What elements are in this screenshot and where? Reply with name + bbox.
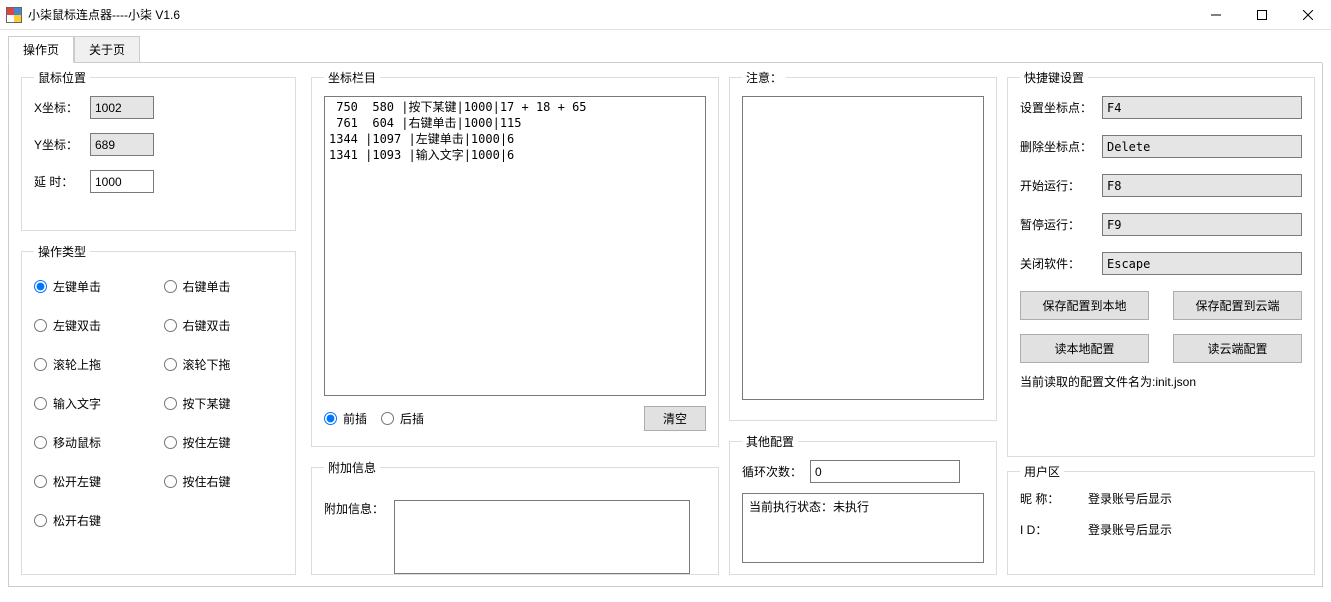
- hotkey-set-input[interactable]: [1102, 96, 1302, 119]
- status-box: 当前执行状态：未执行: [742, 493, 984, 563]
- optype-radio-10[interactable]: 松开左键: [34, 473, 154, 490]
- group-operation-type-legend: 操作类型: [34, 243, 90, 260]
- optype-radio-1[interactable]: 右键单击: [164, 278, 284, 295]
- insert-back-label: 后插: [400, 410, 424, 427]
- hotkey-pause-label: 暂停运行：: [1020, 216, 1102, 233]
- insert-front-radio[interactable]: 前插: [324, 410, 367, 427]
- group-extra-info: 附加信息 附加信息：: [311, 459, 719, 575]
- y-input: [90, 133, 154, 156]
- optype-radio-7[interactable]: 按下某键: [164, 395, 284, 412]
- insert-front-label: 前插: [343, 410, 367, 427]
- read-cloud-button[interactable]: 读云端配置: [1173, 334, 1302, 363]
- hotkey-set-label: 设置坐标点：: [1020, 99, 1102, 116]
- optype-radio-label: 按下某键: [183, 395, 231, 412]
- hotkey-close-label: 关闭软件：: [1020, 255, 1102, 272]
- optype-radio-label: 右键双击: [183, 317, 231, 334]
- titlebar: 小柒鼠标连点器----小柒 V1.6: [0, 0, 1331, 30]
- group-coordinate-list: 坐标栏目 750 580 |按下某键|1000|17 + 18 + 65 761…: [311, 69, 719, 447]
- user-nick-label: 昵 称：: [1020, 490, 1088, 507]
- user-nick-value: 登录账号后显示: [1088, 490, 1172, 507]
- optype-radio-label: 滚轮下拖: [183, 356, 231, 373]
- group-note-legend: 注意：: [742, 69, 786, 86]
- read-local-button[interactable]: 读本地配置: [1020, 334, 1149, 363]
- x-label: X坐标：: [34, 99, 90, 116]
- hotkey-close-input[interactable]: [1102, 252, 1302, 275]
- optype-radio-6[interactable]: 输入文字: [34, 395, 154, 412]
- optype-radio-label: 松开右键: [53, 512, 101, 529]
- group-operation-type: 操作类型 左键单击 右键单击左键双击 右键双击滚轮上拖 滚轮下拖输入文字 按下某键移动鼠…: [21, 243, 296, 575]
- optype-radio-5[interactable]: 滚轮下拖: [164, 356, 284, 373]
- group-coordinate-list-legend: 坐标栏目: [324, 69, 380, 86]
- hotkey-del-input[interactable]: [1102, 135, 1302, 158]
- extra-label: 附加信息：: [324, 500, 384, 517]
- group-mouse-position: 鼠标位置 X坐标： Y坐标： 延 时：: [21, 69, 296, 231]
- close-button[interactable]: [1285, 0, 1331, 30]
- tab-main[interactable]: 操作页: [8, 36, 74, 63]
- group-extra-info-legend: 附加信息: [324, 459, 380, 476]
- optype-radio-12[interactable]: 松开右键: [34, 512, 154, 529]
- hotkey-start-label: 开始运行：: [1020, 177, 1102, 194]
- optype-radio-9[interactable]: 按住左键: [164, 434, 284, 451]
- x-input: [90, 96, 154, 119]
- optype-radio-2[interactable]: 左键双击: [34, 317, 154, 334]
- save-local-button[interactable]: 保存配置到本地: [1020, 291, 1149, 320]
- insert-back-radio[interactable]: 后插: [381, 410, 424, 427]
- user-id-value: 登录账号后显示: [1088, 521, 1172, 538]
- note-box[interactable]: [742, 96, 984, 400]
- group-user-area: 用户区 昵 称： 登录账号后显示 I D： 登录账号后显示: [1007, 463, 1315, 575]
- optype-radio-label: 左键双击: [53, 317, 101, 334]
- group-mouse-position-legend: 鼠标位置: [34, 69, 90, 86]
- optype-radio-label: 移动鼠标: [53, 434, 101, 451]
- optype-radio-0[interactable]: 左键单击: [34, 278, 154, 295]
- config-file-label: 当前读取的配置文件名为:init.json: [1020, 373, 1302, 390]
- hotkey-pause-input[interactable]: [1102, 213, 1302, 236]
- optype-radio-label: 按住右键: [183, 473, 231, 490]
- group-hotkeys-legend: 快捷键设置: [1020, 69, 1088, 86]
- minimize-button[interactable]: [1193, 0, 1239, 30]
- coordinate-listbox[interactable]: 750 580 |按下某键|1000|17 + 18 + 65 761 604 …: [324, 96, 706, 396]
- window-title: 小柒鼠标连点器----小柒 V1.6: [28, 6, 1193, 23]
- optype-radio-label: 右键单击: [183, 278, 231, 295]
- group-note: 注意：: [729, 69, 997, 421]
- optype-radio-label: 滚轮上拖: [53, 356, 101, 373]
- optype-radio-label: 左键单击: [53, 278, 101, 295]
- delay-label: 延 时：: [34, 173, 90, 190]
- optype-radio-4[interactable]: 滚轮上拖: [34, 356, 154, 373]
- y-label: Y坐标：: [34, 136, 90, 153]
- optype-radio-8[interactable]: 移动鼠标: [34, 434, 154, 451]
- status-text: 当前执行状态：未执行: [749, 500, 869, 514]
- extra-textarea[interactable]: [394, 500, 690, 574]
- tab-panel-main: 鼠标位置 X坐标： Y坐标： 延 时： 操作类型 左键单击 右键单击左键双击 右键双…: [8, 63, 1323, 587]
- loop-count-label: 循环次数：: [742, 463, 802, 480]
- group-other-config-legend: 其他配置: [742, 433, 798, 450]
- tab-strip: 操作页 关于页: [0, 30, 1331, 63]
- loop-count-input[interactable]: [810, 460, 960, 483]
- hotkey-del-label: 删除坐标点：: [1020, 138, 1102, 155]
- save-cloud-button[interactable]: 保存配置到云端: [1173, 291, 1302, 320]
- group-user-area-legend: 用户区: [1020, 463, 1064, 480]
- maximize-button[interactable]: [1239, 0, 1285, 30]
- user-id-label: I D：: [1020, 521, 1088, 538]
- optype-radio-11[interactable]: 按住右键: [164, 473, 284, 490]
- clear-button[interactable]: 清空: [644, 406, 706, 431]
- tab-about[interactable]: 关于页: [74, 36, 140, 63]
- group-other-config: 其他配置 循环次数： 当前执行状态：未执行: [729, 433, 997, 575]
- optype-radio-label: 松开左键: [53, 473, 101, 490]
- optype-radio-3[interactable]: 右键双击: [164, 317, 284, 334]
- app-icon: [6, 7, 22, 23]
- optype-radio-label: 输入文字: [53, 395, 101, 412]
- delay-input[interactable]: [90, 170, 154, 193]
- hotkey-start-input[interactable]: [1102, 174, 1302, 197]
- optype-radio-label: 按住左键: [183, 434, 231, 451]
- group-hotkeys: 快捷键设置 设置坐标点： 删除坐标点： 开始运行： 暂停运行： 关闭软件： 保存…: [1007, 69, 1315, 457]
